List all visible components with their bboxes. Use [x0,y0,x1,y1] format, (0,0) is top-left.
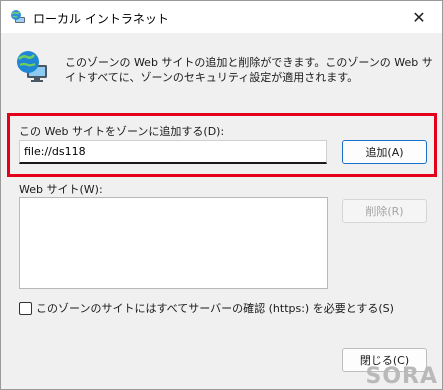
close-icon: ✕ [412,7,426,27]
close-window-button[interactable]: ✕ [396,1,442,33]
https-checkbox-label: このゾーンのサイトにはすべてサーバーの確認 (https:) を必要とする(S) [36,302,394,315]
websites-label: Web サイト(W): [19,183,103,196]
https-option-row[interactable]: このゾーンのサイトにはすべてサーバーの確認 (https:) を必要とする(S) [19,300,394,316]
globe-computer-icon [17,51,47,82]
info-description: このゾーンの Web サイトの追加と削除ができます。このゾーンの Web サイト… [65,56,433,84]
add-button[interactable]: 追加(A) [342,140,427,164]
websites-list[interactable] [19,197,328,289]
remove-button[interactable]: 削除(R) [342,199,427,223]
local-intranet-dialog: ローカル イントラネット ✕ このゾーンの Web サイトの追加と削除ができます… [0,0,443,390]
https-checkbox[interactable] [19,301,32,315]
add-site-input[interactable] [19,140,327,164]
add-site-label: この Web サイトをゾーンに追加する(D): [19,125,225,138]
title-bar: ローカル イントラネット ✕ [1,1,442,33]
watermark: SORA [365,364,438,389]
window-title: ローカル イントラネット [33,12,169,26]
globe-computer-icon [11,10,25,23]
